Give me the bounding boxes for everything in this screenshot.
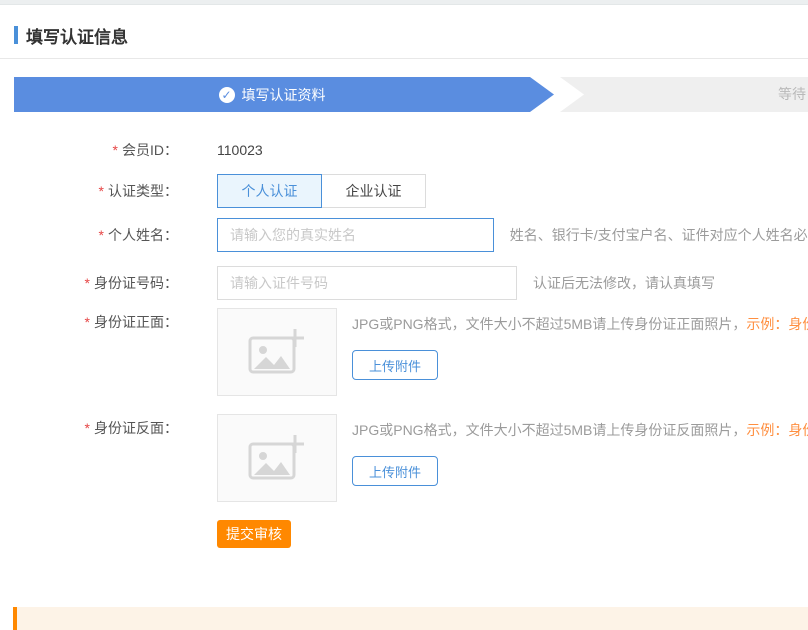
id-back-hint: JPG或PNG格式，文件大小不超过5MB请上传身份证反面照片，示例：身份证反面.… xyxy=(352,420,808,440)
page-header: 填写认证信息 xyxy=(14,24,808,46)
id-front-hint: JPG或PNG格式，文件大小不超过5MB请上传身份证正面照片，示例：身份证正面.… xyxy=(352,314,808,334)
member-id-label: *会员ID： xyxy=(0,140,178,160)
required-mark: * xyxy=(99,183,104,199)
step-progress: ✓ 填写认证资料 等待 xyxy=(14,77,808,112)
title-accent-bar xyxy=(14,26,18,44)
image-add-icon xyxy=(246,326,308,379)
header-divider xyxy=(0,58,808,59)
id-number-hint: 认证后无法修改，请认真填写 xyxy=(533,266,715,300)
personal-name-input[interactable] xyxy=(217,218,494,252)
step-fill-info: ✓ 填写认证资料 xyxy=(14,77,554,112)
required-mark: * xyxy=(113,142,118,158)
step-wait-review: 等待 xyxy=(560,77,808,112)
tab-enterprise-auth[interactable]: 企业认证 xyxy=(321,174,426,208)
id-number-label: *身份证号码： xyxy=(0,266,178,300)
auth-form: *会员ID： 110023 *认证类型： 个人认证 企业认证 *个人姓名： 姓名… xyxy=(0,140,808,548)
member-id-row: *会员ID： 110023 xyxy=(0,140,808,160)
step-wait-review-label: 等待 xyxy=(778,77,806,112)
id-front-example-link[interactable]: 示例：身份证正面.png xyxy=(746,316,808,332)
id-front-upload-button[interactable]: 上传附件 xyxy=(352,350,438,380)
id-number-row: *身份证号码： 认证后无法修改，请认真填写 xyxy=(0,266,808,300)
id-front-label: *身份证正面： xyxy=(0,308,178,332)
required-mark: * xyxy=(85,275,90,291)
id-back-row: *身份证反面： JPG或PNG格式，文件大小不超过5MB请上传身份证反面照片，示… xyxy=(0,414,808,502)
id-back-example-link[interactable]: 示例：身份证反面.png xyxy=(746,422,808,438)
personal-name-hint: 姓名、银行卡/支付宝户名、证件对应个人姓名必须一 xyxy=(510,218,808,252)
tab-personal-auth[interactable]: 个人认证 xyxy=(217,174,322,208)
auth-type-row: *认证类型： 个人认证 企业认证 xyxy=(0,174,808,208)
personal-name-label: *个人姓名： xyxy=(0,218,178,252)
check-icon: ✓ xyxy=(219,87,235,103)
auth-type-label: *认证类型： xyxy=(0,174,178,208)
required-mark: * xyxy=(85,420,90,436)
id-number-input[interactable] xyxy=(217,266,517,300)
top-strip xyxy=(0,0,808,5)
id-front-preview[interactable] xyxy=(217,308,337,396)
required-mark: * xyxy=(85,314,90,330)
id-front-row: *身份证正面： JPG或PNG格式，文件大小不超过5MB请上传身份证正面照片，示… xyxy=(0,308,808,396)
personal-name-row: *个人姓名： 姓名、银行卡/支付宝户名、证件对应个人姓名必须一 xyxy=(0,218,808,252)
step-fill-info-label: 填写认证资料 xyxy=(242,85,326,105)
auth-info-page: 填写认证信息 ✓ 填写认证资料 等待 *会员ID： 110023 *认证类型： … xyxy=(0,0,808,630)
id-back-preview[interactable] xyxy=(217,414,337,502)
warning-banner: 提交虚假认证资料，面临账户冻结风险 xyxy=(13,607,808,630)
required-mark: * xyxy=(99,227,104,243)
image-add-icon xyxy=(246,432,308,485)
id-back-upload-button[interactable]: 上传附件 xyxy=(352,456,438,486)
page-title: 填写认证信息 xyxy=(26,23,128,48)
member-id-value: 110023 xyxy=(217,140,263,160)
submit-row: 提交审核 xyxy=(217,520,808,548)
submit-review-button[interactable]: 提交审核 xyxy=(217,520,291,548)
id-back-label: *身份证反面： xyxy=(0,414,178,438)
